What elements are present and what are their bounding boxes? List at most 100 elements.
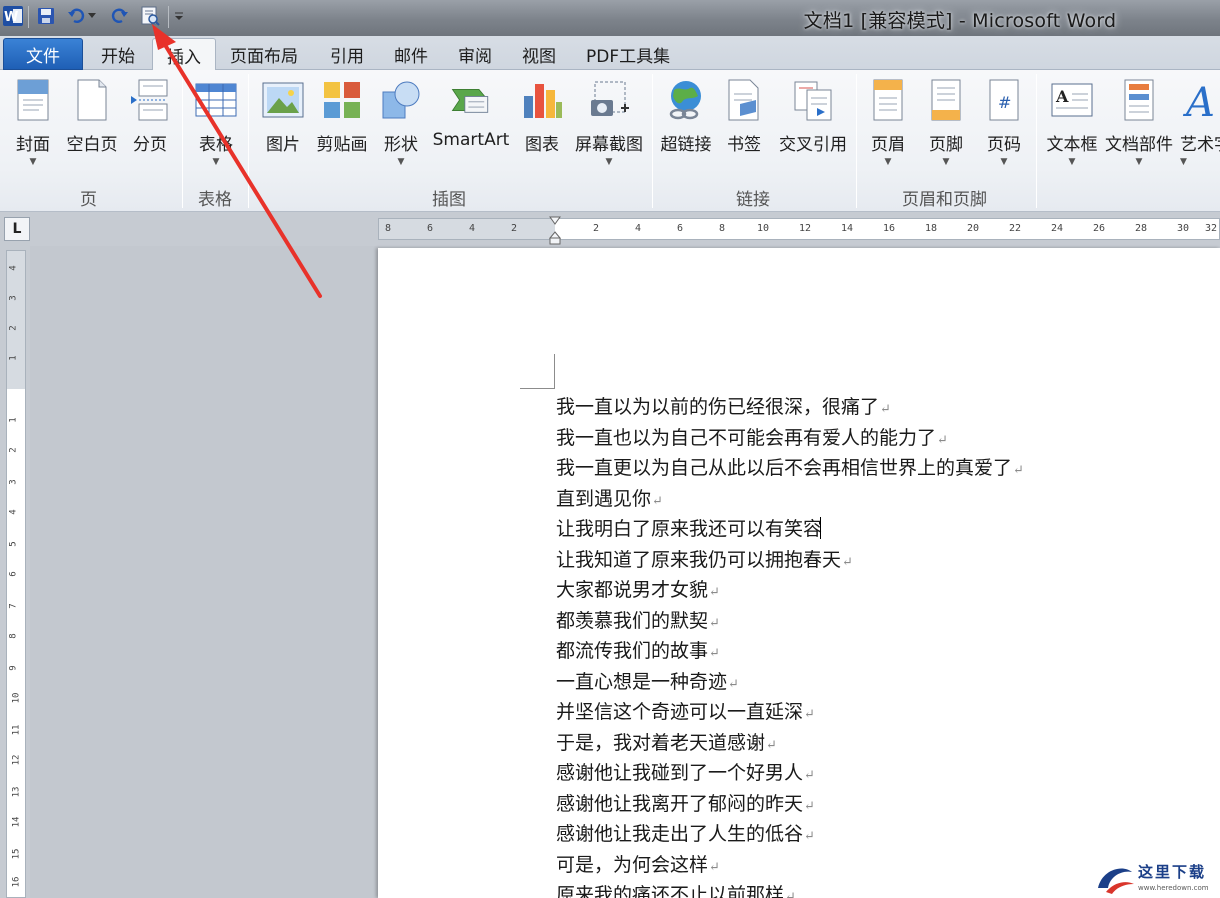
text-line[interactable]: 我一直也以为自己不可能会再有爱人的能力了↵ xyxy=(556,423,1196,454)
paragraph-mark-icon: ↵ xyxy=(804,768,815,783)
smartart-icon xyxy=(449,76,493,124)
tab-insert[interactable]: 插入 xyxy=(152,38,216,71)
text-line[interactable]: 直到遇见你↵ xyxy=(556,484,1196,515)
paragraph-mark-icon: ↵ xyxy=(842,554,853,570)
undo-icon[interactable] xyxy=(64,4,88,28)
dropdown-arrow-icon: ▼ xyxy=(1000,157,1008,167)
dropdown-arrow-icon: ▼ xyxy=(605,157,613,167)
header-icon xyxy=(866,76,910,124)
group-label-links: 链接 xyxy=(736,190,770,210)
text-line[interactable]: 让我知道了原来我仍可以拥抱春天↵ xyxy=(556,545,1196,576)
dropdown-arrow-icon: ▼ xyxy=(212,157,220,167)
svg-text:A: A xyxy=(1055,87,1069,106)
wordart-button[interactable]: A 艺术字 ▼ xyxy=(1180,76,1220,169)
paragraph-mark-icon: ↵ xyxy=(709,615,720,631)
tab-selector-button[interactable]: L xyxy=(4,217,30,241)
tab-view[interactable]: 视图 xyxy=(522,42,556,67)
paragraph-mark-icon: ↵ xyxy=(804,707,815,722)
paragraph-mark-icon: ↵ xyxy=(728,676,739,692)
footer-icon xyxy=(924,76,968,124)
text-line[interactable]: 大家都说男才女貌↵ xyxy=(556,575,1196,606)
save-icon[interactable] xyxy=(34,4,58,28)
picture-button[interactable]: 图片 xyxy=(260,76,306,155)
text-box-button[interactable]: A 文本框 ▼ xyxy=(1044,76,1100,169)
dropdown-arrow-icon: ▼ xyxy=(29,157,37,167)
svg-text:A: A xyxy=(1182,80,1215,122)
group-label-pages: 页 xyxy=(80,190,97,210)
group-label-illustrations: 插图 xyxy=(432,190,466,210)
tab-review[interactable]: 审阅 xyxy=(458,42,492,67)
tab-home[interactable]: 开始 xyxy=(101,42,135,67)
bookmark-button[interactable]: 书签 xyxy=(724,76,764,155)
text-line[interactable]: 并坚信这个奇迹可以一直延深↵ xyxy=(556,697,1196,728)
text-line[interactable]: 感谢他让我走出了人生的低谷↵ xyxy=(556,819,1196,850)
text-line[interactable]: 于是，我对着老天道感谢↵ xyxy=(556,728,1196,759)
blank-page-button[interactable]: 空白页 xyxy=(64,76,120,155)
text-line[interactable]: 都流传我们的故事↵ xyxy=(556,636,1196,667)
table-icon xyxy=(194,76,238,124)
paragraph-mark-icon: ↵ xyxy=(709,646,720,661)
document-body[interactable]: 我一直以为以前的伤已经很深，很痛了↵ 我一直也以为自己不可能会再有爱人的能力了↵… xyxy=(556,392,1196,898)
customize-qat-icon[interactable] xyxy=(172,4,186,28)
chart-icon xyxy=(520,76,564,124)
paragraph-mark-icon: ↵ xyxy=(766,737,777,753)
text-box-icon: A xyxy=(1050,76,1094,124)
table-button[interactable]: 表格 ▼ xyxy=(192,76,240,169)
svg-text:W: W xyxy=(4,10,18,25)
hyperlink-icon xyxy=(664,76,708,124)
dropdown-arrow-icon: ▼ xyxy=(1180,157,1187,167)
text-line[interactable]: 感谢他让我碰到了一个好男人↵ xyxy=(556,758,1196,789)
dropdown-arrow-icon: ▼ xyxy=(884,157,892,167)
tab-page-layout[interactable]: 页面布局 xyxy=(230,42,298,67)
tab-file[interactable]: 文件 xyxy=(3,38,83,70)
group-label-header-footer: 页眉和页脚 xyxy=(902,190,987,210)
paragraph-mark-icon: ↵ xyxy=(652,493,663,509)
redo-icon[interactable] xyxy=(108,4,132,28)
dropdown-arrow-icon: ▼ xyxy=(1135,157,1143,167)
text-line[interactable]: 一直心想是一种奇迹↵ xyxy=(556,667,1196,698)
cross-reference-button[interactable]: 交叉引用 xyxy=(776,76,850,155)
margin-corner-mark xyxy=(520,354,555,389)
word-logo-icon[interactable]: W xyxy=(1,4,25,28)
picture-icon xyxy=(261,76,305,124)
tab-pdf-tools[interactable]: PDF工具集 xyxy=(586,42,670,67)
chart-button[interactable]: 图表 xyxy=(520,76,564,155)
svg-text:#: # xyxy=(998,93,1011,112)
shapes-button[interactable]: 形状 ▼ xyxy=(378,76,424,169)
text-line[interactable]: 让我明白了原来我还可以有笑容 xyxy=(556,514,1196,545)
page-break-button[interactable]: 分页 xyxy=(128,76,172,155)
cover-page-button[interactable]: 封面 ▼ xyxy=(10,76,56,169)
undo-dropdown-icon[interactable] xyxy=(86,4,98,28)
paragraph-mark-icon: ↵ xyxy=(880,402,891,417)
tab-mailings[interactable]: 邮件 xyxy=(394,42,428,67)
tab-references[interactable]: 引用 xyxy=(330,42,364,67)
smartart-button[interactable]: SmartArt xyxy=(430,76,512,150)
cross-reference-icon xyxy=(791,76,835,124)
vertical-ruler[interactable]: 4 3 2 1 1 2 3 4 5 6 7 8 9 10 11 12 13 14… xyxy=(6,250,26,898)
text-line[interactable]: 感谢他让我离开了郁闷的昨天↵ xyxy=(556,789,1196,820)
hyperlink-button[interactable]: 超链接 xyxy=(658,76,714,155)
text-line[interactable]: 我一直更以为自己从此以后不会再相信世界上的真爱了↵ xyxy=(556,453,1196,484)
dropdown-arrow-icon: ▼ xyxy=(397,157,405,167)
shapes-icon xyxy=(379,76,423,124)
cover-page-icon xyxy=(11,76,55,124)
title-bar: W 文档1 [兼容模式] - Microsoft Word xyxy=(0,0,1220,36)
text-line[interactable]: 我一直以为以前的伤已经很深，很痛了↵ xyxy=(556,392,1196,423)
header-button[interactable]: 页眉 ▼ xyxy=(866,76,910,169)
paragraph-mark-icon: ↵ xyxy=(804,829,815,844)
page-number-button[interactable]: # 页码 ▼ xyxy=(982,76,1026,169)
horizontal-ruler[interactable]: 8 6 4 2 2 4 6 8 10 12 14 16 18 20 22 24 … xyxy=(378,218,1220,240)
footer-button[interactable]: 页脚 ▼ xyxy=(924,76,968,169)
clip-art-button[interactable]: 剪贴画 xyxy=(314,76,370,155)
quick-parts-button[interactable]: 文档部件 ▼ xyxy=(1104,76,1174,169)
bookmark-icon xyxy=(722,76,766,124)
screenshot-button[interactable]: 屏幕截图 ▼ xyxy=(572,76,646,169)
window-title: 文档1 [兼容模式] - Microsoft Word xyxy=(803,10,1117,32)
text-line[interactable]: 都羡慕我们的默契↵ xyxy=(556,606,1196,637)
print-preview-icon[interactable] xyxy=(138,4,162,28)
indent-marker-icon[interactable] xyxy=(549,215,561,245)
quick-parts-icon xyxy=(1117,76,1161,124)
dropdown-arrow-icon: ▼ xyxy=(1068,157,1076,167)
screenshot-icon xyxy=(587,76,631,124)
dropdown-arrow-icon: ▼ xyxy=(942,157,950,167)
